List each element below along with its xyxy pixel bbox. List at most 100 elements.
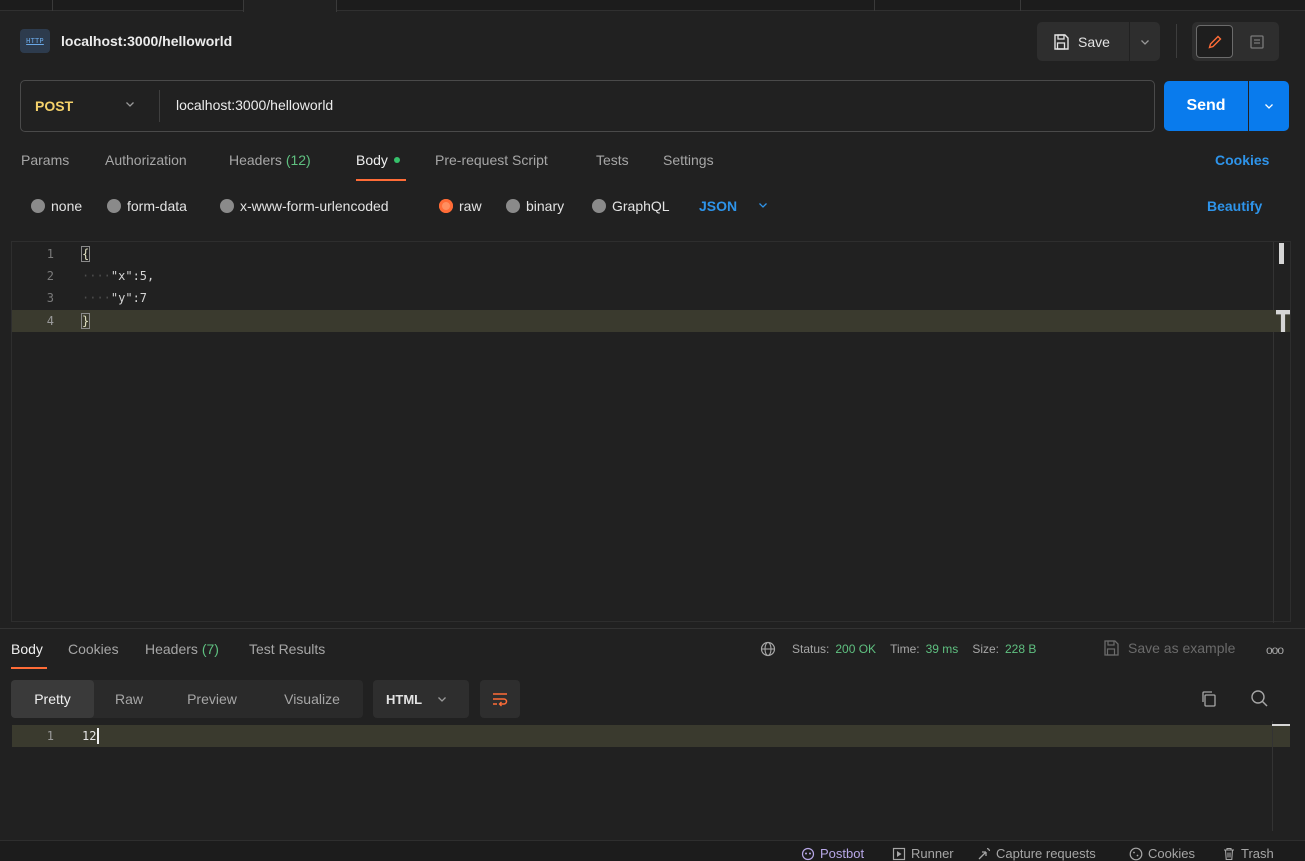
matched-brace: {: [80, 246, 91, 262]
tab-pre-request-script[interactable]: Pre-request Script: [435, 152, 548, 168]
response-format-label: HTML: [386, 691, 423, 707]
radio-indicator: [107, 199, 121, 213]
active-request-tab[interactable]: [243, 0, 337, 12]
radio-indicator-selected: [439, 199, 453, 213]
tab-settings[interactable]: Settings: [663, 152, 714, 168]
runner-icon: [892, 847, 906, 860]
request-title[interactable]: localhost:3000/helloworld: [61, 33, 232, 49]
tab-divider: [874, 0, 875, 11]
cookies-label: Cookies: [1148, 846, 1195, 861]
http-badge-text: HTTP: [26, 37, 44, 45]
cookies-link[interactable]: Cookies: [1215, 152, 1269, 168]
pencil-icon: [1207, 35, 1221, 49]
size-value[interactable]: 228 B: [1005, 642, 1036, 656]
line-code: ····"x":5,: [82, 265, 154, 287]
radio-raw[interactable]: raw: [439, 198, 482, 214]
view-raw[interactable]: Raw: [96, 680, 162, 718]
comments-button[interactable]: [1240, 25, 1274, 58]
chevron-down-icon[interactable]: [124, 98, 136, 110]
line-number: 4: [46, 314, 54, 328]
search-icon[interactable]: [1249, 688, 1269, 708]
line-number: 2: [46, 269, 54, 283]
time-value[interactable]: 39 ms: [926, 642, 959, 656]
response-headers-label: Headers: [145, 641, 198, 657]
chevron-down-icon: [1265, 104, 1273, 109]
globe-icon[interactable]: [760, 641, 776, 657]
header-divider: [1176, 24, 1177, 58]
radio-graphql-label: GraphQL: [612, 198, 670, 214]
radio-raw-label: raw: [459, 198, 482, 214]
tab-body[interactable]: Body: [356, 152, 400, 168]
tab-authorization[interactable]: Authorization: [105, 152, 187, 168]
response-scroll-track: [1272, 721, 1273, 831]
active-response-tab-indicator: [11, 667, 47, 669]
time-label: Time:: [890, 642, 920, 656]
beautify-button[interactable]: Beautify: [1207, 198, 1262, 214]
save-label: Save: [1078, 33, 1110, 50]
response-tab-test-results[interactable]: Test Results: [249, 641, 325, 657]
url-input[interactable]: localhost:3000/helloworld: [176, 97, 333, 113]
line-code: {: [80, 243, 91, 265]
save-button[interactable]: Save: [1037, 22, 1129, 61]
send-label: Send: [1186, 97, 1226, 114]
trash-button[interactable]: Trash: [1222, 846, 1274, 861]
capture-icon: [978, 847, 991, 859]
runner-label: Runner: [911, 846, 954, 861]
radio-binary[interactable]: binary: [506, 198, 564, 214]
postbot-button[interactable]: Postbot: [801, 846, 864, 861]
radio-form-data-label: form-data: [127, 198, 187, 214]
capture-requests-label: Capture requests: [996, 846, 1096, 861]
edit-request-button[interactable]: [1196, 25, 1233, 58]
code-line: 2 ····"x":5,: [12, 265, 1290, 287]
radio-indicator: [506, 199, 520, 213]
response-code-line[interactable]: 1 12: [12, 725, 1290, 747]
indent-whitespace: ····: [82, 269, 111, 283]
chevron-down-icon[interactable]: [757, 199, 769, 211]
tab-body-label: Body: [356, 152, 388, 168]
radio-none-label: none: [51, 198, 83, 214]
save-as-example-button[interactable]: Save as example: [1102, 639, 1235, 657]
radio-urlencoded[interactable]: x-www-form-urlencoded: [220, 198, 389, 214]
view-pretty[interactable]: Pretty: [11, 680, 94, 718]
save-options-button[interactable]: [1130, 22, 1160, 61]
response-tab-cookies[interactable]: Cookies: [68, 641, 119, 657]
tab-tests[interactable]: Tests: [596, 152, 629, 168]
more-options-button[interactable]: ooo: [1266, 643, 1284, 657]
response-tab-body[interactable]: Body: [11, 641, 43, 657]
capture-requests-button[interactable]: Capture requests: [977, 846, 1096, 861]
line-code: }: [80, 310, 91, 332]
response-tab-headers[interactable]: Headers (7): [145, 641, 219, 657]
trash-icon: [1224, 847, 1234, 860]
radio-urlencoded-label: x-www-form-urlencoded: [240, 198, 389, 214]
send-button[interactable]: Send: [1164, 81, 1248, 131]
body-format-select[interactable]: JSON: [699, 198, 737, 214]
body-modified-dot: [393, 157, 400, 164]
editor-scrollbar-thumb[interactable]: [1279, 243, 1284, 264]
send-options-button[interactable]: [1249, 81, 1289, 131]
tab-params[interactable]: Params: [21, 152, 69, 168]
runner-button[interactable]: Runner: [892, 846, 954, 861]
response-scrollbar-thumb[interactable]: [1272, 724, 1290, 726]
radio-indicator: [31, 199, 45, 213]
code-line: 3 ····"y":7: [12, 287, 1290, 309]
cookies-button[interactable]: Cookies: [1129, 846, 1195, 861]
view-preview[interactable]: Preview: [166, 680, 258, 718]
status-value[interactable]: 200 OK: [835, 642, 876, 656]
response-divider[interactable]: [0, 628, 1305, 629]
http-request-icon: HTTP: [20, 29, 50, 53]
wrap-lines-button[interactable]: [480, 680, 520, 718]
response-body-text: 12: [82, 729, 97, 743]
line-code: 12: [82, 725, 100, 747]
active-tab-indicator: [356, 179, 406, 181]
copy-icon[interactable]: [1199, 689, 1219, 709]
response-meta: Status: 200 OK Time: 39 ms Size: 228 B: [760, 638, 1036, 660]
tab-divider: [52, 0, 53, 11]
tab-headers[interactable]: Headers (12): [229, 152, 311, 168]
view-visualize[interactable]: Visualize: [262, 680, 362, 718]
radio-none[interactable]: none: [31, 198, 82, 214]
method-select[interactable]: POST: [35, 98, 73, 114]
save-as-example-label: Save as example: [1128, 640, 1236, 656]
radio-form-data[interactable]: form-data: [107, 198, 187, 214]
radio-graphql[interactable]: GraphQL: [592, 198, 670, 214]
response-format-select[interactable]: HTML: [373, 680, 469, 718]
